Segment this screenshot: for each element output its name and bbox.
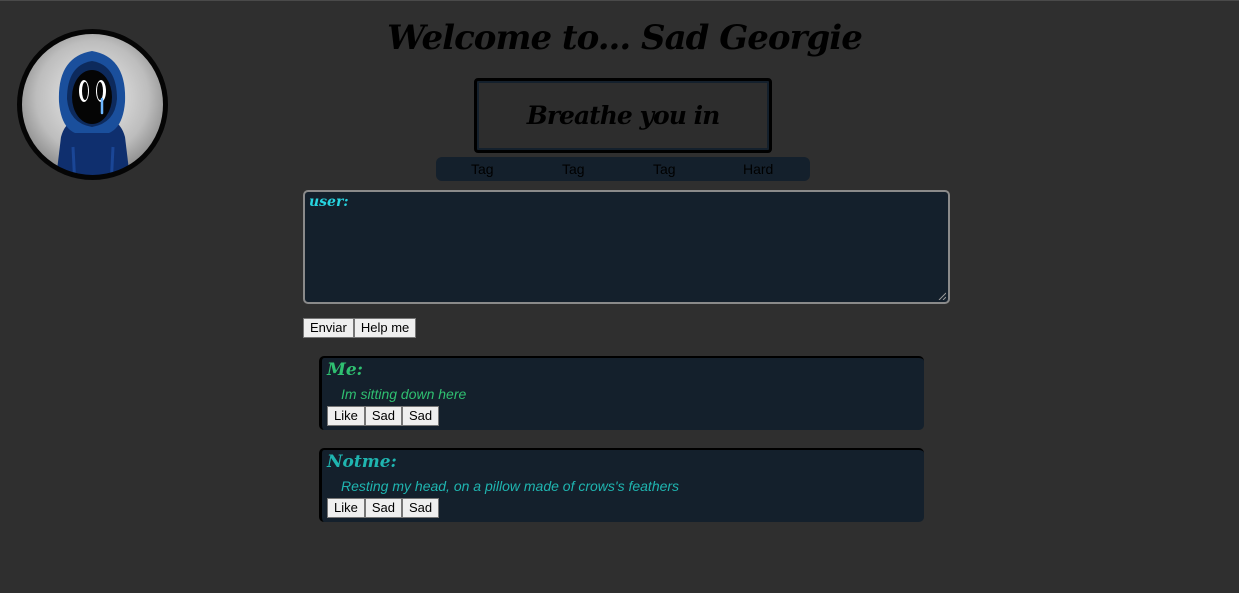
composer-actions: Enviar Help me [303,318,417,338]
post-message: Im sitting down here [341,386,467,402]
message-textarea[interactable]: user: [303,190,950,304]
user-label: user: [309,194,349,210]
page-title: Welcome to... Sad Georgie [387,18,863,58]
send-button[interactable]: Enviar [303,318,354,338]
sad-button[interactable]: Sad [402,406,440,426]
sad-button[interactable]: Sad [364,406,402,426]
like-button[interactable]: Like [327,498,365,518]
resize-handle-icon[interactable] [938,292,946,300]
tag-item[interactable]: Tag [562,161,585,177]
post-card: Me: Im sitting down here Like Sad Sad [319,356,924,430]
top-border [0,0,1239,1]
post-message: Resting my head, on a pillow made of cro… [341,478,680,494]
tag-item-hard[interactable]: Hard [743,161,773,177]
banner-text: Breathe you in [526,101,720,130]
post-actions: Like Sad Sad [327,406,440,426]
post-author: Me: [327,360,363,380]
post-card: Notme: Resting my head, on a pillow made… [319,448,924,522]
tag-item[interactable]: Tag [471,161,494,177]
help-button[interactable]: Help me [353,318,417,338]
post-author: Notme: [327,452,397,472]
tag-item[interactable]: Tag [653,161,676,177]
like-button[interactable]: Like [327,406,365,426]
sad-button[interactable]: Sad [402,498,440,518]
post-actions: Like Sad Sad [327,498,440,518]
sad-button[interactable]: Sad [364,498,402,518]
tag-bar: Tag Tag Tag Hard [436,157,810,181]
banner-box: Breathe you in [474,78,772,153]
